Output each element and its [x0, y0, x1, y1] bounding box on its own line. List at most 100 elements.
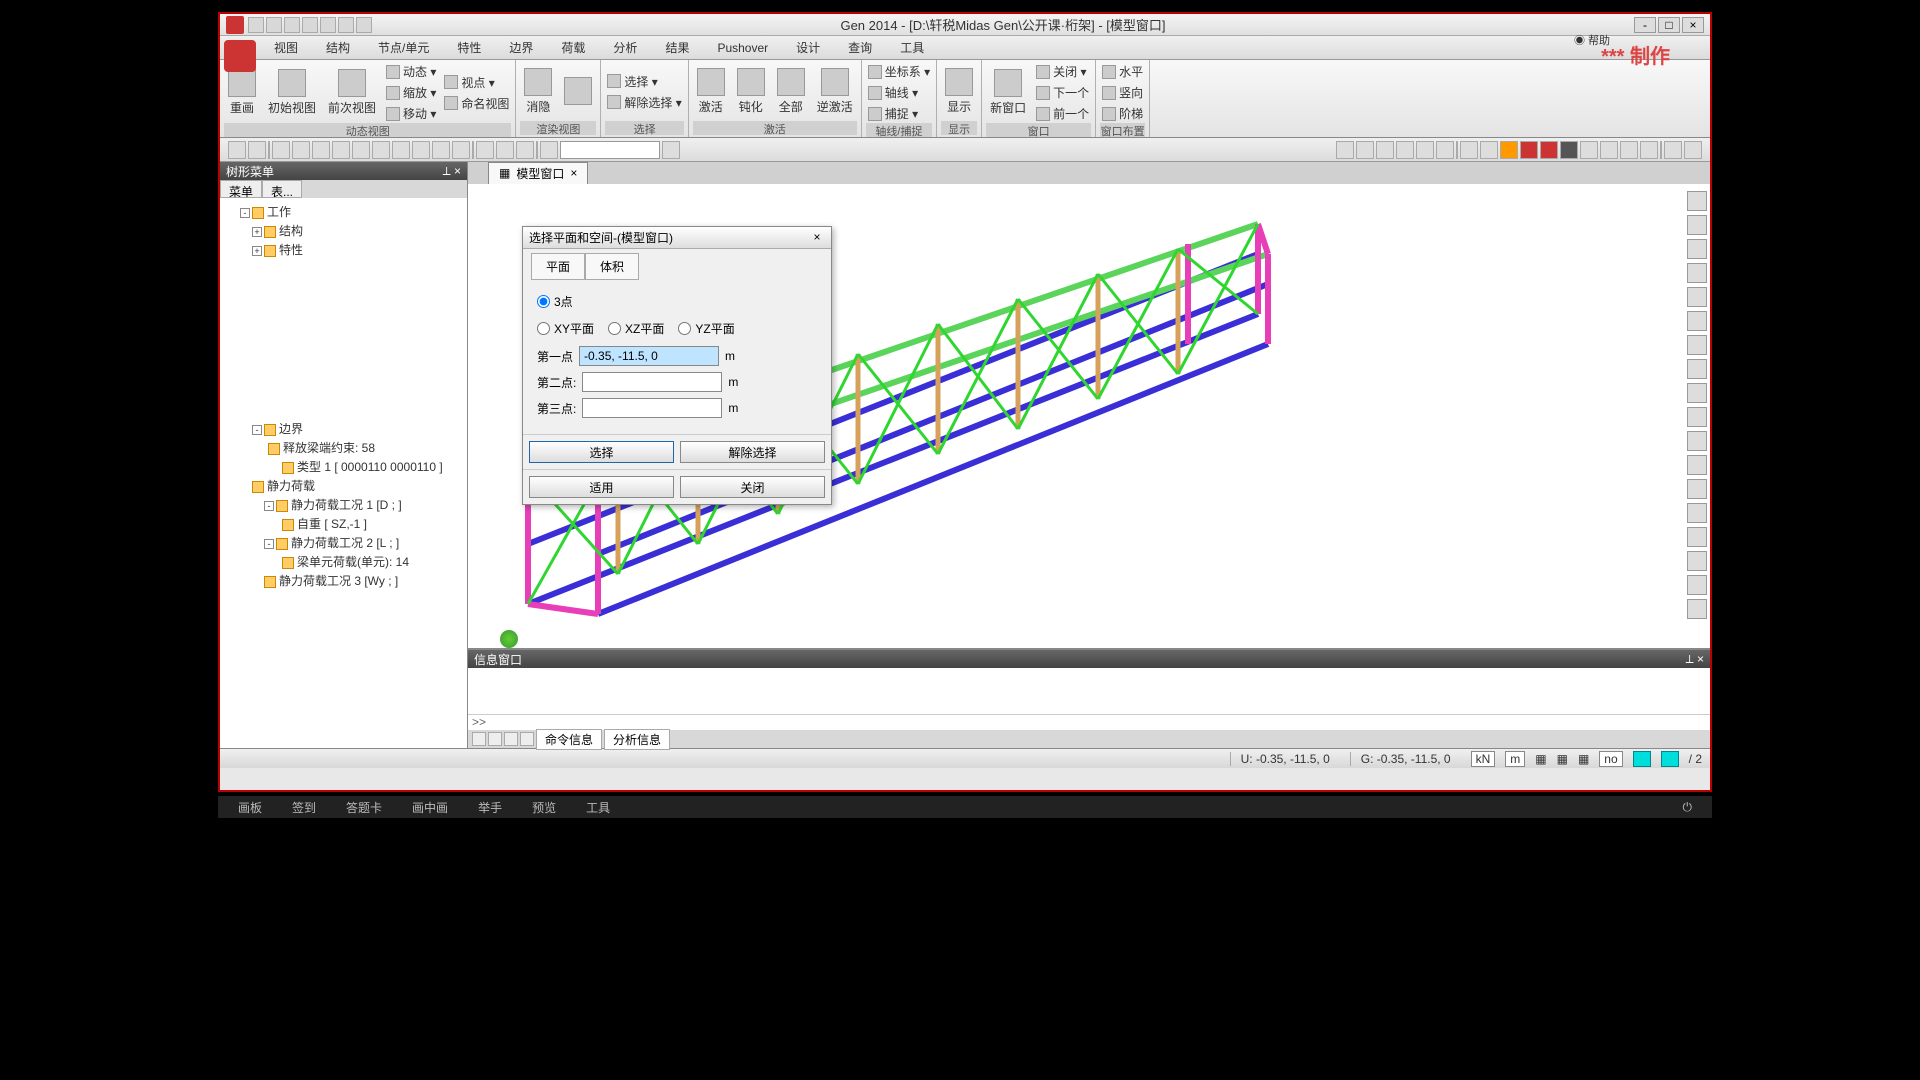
menu-property[interactable]: 特性	[443, 35, 495, 60]
rt-btn[interactable]	[1687, 335, 1707, 355]
bb-hand[interactable]: 举手	[478, 799, 502, 816]
undo-button[interactable]	[228, 141, 246, 159]
rt-btn[interactable]	[1687, 575, 1707, 595]
nextwin-button[interactable]: 下一个	[1034, 83, 1091, 102]
snap-toggle[interactable]	[1661, 751, 1679, 767]
zoom-button[interactable]: 缩放 ▾	[384, 83, 438, 102]
tb-btn[interactable]	[1664, 141, 1682, 159]
unselect-button[interactable]: 解除选择 ▾	[605, 93, 683, 112]
tb-btn[interactable]	[1560, 141, 1578, 159]
rt-btn[interactable]	[1687, 359, 1707, 379]
ribbon-logo-icon[interactable]	[224, 40, 256, 72]
tree-node[interactable]: 梁单元荷载(单元): 14	[297, 555, 409, 569]
vert-button[interactable]: 竖向	[1100, 83, 1145, 102]
dynamic-button[interactable]: 动态 ▾	[384, 62, 438, 81]
apply-button[interactable]: 适用	[529, 476, 674, 498]
tb-btn[interactable]	[1460, 141, 1478, 159]
rt-btn[interactable]	[1687, 287, 1707, 307]
radio-xy[interactable]: XY平面	[537, 317, 594, 340]
nav-last-icon[interactable]	[520, 732, 534, 746]
tb-btn[interactable]	[392, 141, 410, 159]
namedview-button[interactable]: 命名视图	[442, 94, 511, 113]
tree-node[interactable]: 类型 1 [ 0000110 0000110 ]	[297, 460, 443, 474]
rt-btn[interactable]	[1687, 527, 1707, 547]
tb-btn[interactable]	[292, 141, 310, 159]
nav-prev-icon[interactable]	[488, 732, 502, 746]
input-point2[interactable]	[582, 372, 722, 392]
qat-button[interactable]	[302, 17, 318, 33]
maximize-button[interactable]: □	[1658, 17, 1680, 33]
dialog-titlebar[interactable]: 选择平面和空间-(模型窗口) ×	[523, 227, 831, 249]
tree-node[interactable]: 静力荷载	[267, 479, 315, 493]
tree-node[interactable]: 静力荷载工况 3 [Wy ; ]	[279, 574, 398, 588]
tb-btn[interactable]	[662, 141, 680, 159]
tb-btn[interactable]	[516, 141, 534, 159]
deactivate-button[interactable]: 钝化	[733, 66, 769, 117]
sb-btn[interactable]: ▦	[1578, 752, 1589, 766]
sb-btn[interactable]: ▦	[1557, 752, 1568, 766]
power-icon[interactable]: ⏻	[1683, 800, 1693, 815]
tb-btn[interactable]	[312, 141, 330, 159]
rt-btn[interactable]	[1687, 479, 1707, 499]
tree-view[interactable]: -工作 +结构 +特性 -边界 释放梁端约束: 58 类型 1 [ 000011…	[220, 198, 467, 748]
tb-btn[interactable]	[1540, 141, 1558, 159]
tb-btn[interactable]	[452, 141, 470, 159]
grid-button[interactable]: 轴线 ▾	[866, 83, 932, 102]
unit-kn[interactable]: kN	[1471, 751, 1496, 767]
tb-btn[interactable]	[1600, 141, 1618, 159]
filter-combo[interactable]	[560, 141, 660, 159]
tree-node[interactable]: 静力荷载工况 2 [L ; ]	[291, 536, 399, 550]
menu-query[interactable]: 查询	[834, 35, 886, 60]
message-body[interactable]	[468, 668, 1710, 714]
doc-tab-model[interactable]: ▦ 模型窗口 ×	[488, 162, 588, 185]
tb-btn[interactable]	[1620, 141, 1638, 159]
newwin-button[interactable]: 新窗口	[986, 67, 1030, 118]
menu-design[interactable]: 设计	[782, 35, 834, 60]
unit-m[interactable]: m	[1505, 751, 1525, 767]
unselect-button[interactable]: 解除选择	[680, 441, 825, 463]
pan-button[interactable]: 移动 ▾	[384, 104, 438, 123]
input-point1[interactable]	[579, 346, 719, 366]
tb-btn[interactable]	[372, 141, 390, 159]
tab-analysis[interactable]: 分析信息	[604, 729, 670, 750]
cascade-button[interactable]: 阶梯	[1100, 104, 1145, 123]
tb-btn[interactable]	[1684, 141, 1702, 159]
radio-xz[interactable]: XZ平面	[608, 317, 664, 340]
tree-node[interactable]: 特性	[279, 243, 303, 257]
rt-btn[interactable]	[1687, 239, 1707, 259]
bb-quiz[interactable]: 答题卡	[346, 799, 382, 816]
tb-btn[interactable]	[1396, 141, 1414, 159]
tb-btn[interactable]	[1480, 141, 1498, 159]
rt-btn[interactable]	[1687, 503, 1707, 523]
display-button[interactable]: 显示	[941, 66, 977, 117]
dialog-close-icon[interactable]: ×	[809, 230, 825, 246]
nav-first-icon[interactable]	[472, 732, 486, 746]
horiz-button[interactable]: 水平	[1100, 62, 1145, 81]
inverse-button[interactable]: 逆激活	[813, 66, 857, 117]
select-button[interactable]: 选择	[529, 441, 674, 463]
menu-result[interactable]: 结果	[651, 35, 703, 60]
tb-btn[interactable]	[1436, 141, 1454, 159]
bb-pip[interactable]: 画中画	[412, 799, 448, 816]
tree-node[interactable]: 工作	[267, 205, 291, 219]
snap-toggle[interactable]	[1633, 751, 1651, 767]
tree-node[interactable]: 自重 [ SZ,-1 ]	[297, 517, 367, 531]
qat-button[interactable]	[320, 17, 336, 33]
tree-node[interactable]: 释放梁端约束: 58	[283, 441, 375, 455]
tb-btn[interactable]	[1500, 141, 1518, 159]
radio-yz[interactable]: YZ平面	[678, 317, 734, 340]
tb-btn[interactable]	[1640, 141, 1658, 159]
bb-signin[interactable]: 签到	[292, 799, 316, 816]
qat-button[interactable]	[284, 17, 300, 33]
menu-view[interactable]: 视图	[260, 35, 312, 60]
pin-icon[interactable]: ⟂ ×	[1686, 652, 1704, 667]
sb-btn[interactable]: ▦	[1535, 752, 1546, 766]
tb-btn[interactable]	[540, 141, 558, 159]
tb-btn[interactable]	[332, 141, 350, 159]
rt-btn[interactable]	[1687, 455, 1707, 475]
qat-button[interactable]	[356, 17, 372, 33]
menu-structure[interactable]: 结构	[312, 35, 364, 60]
tab-volume[interactable]: 体积	[585, 253, 639, 280]
tree-node[interactable]: 结构	[279, 224, 303, 238]
menu-pushover[interactable]: Pushover	[703, 37, 782, 59]
